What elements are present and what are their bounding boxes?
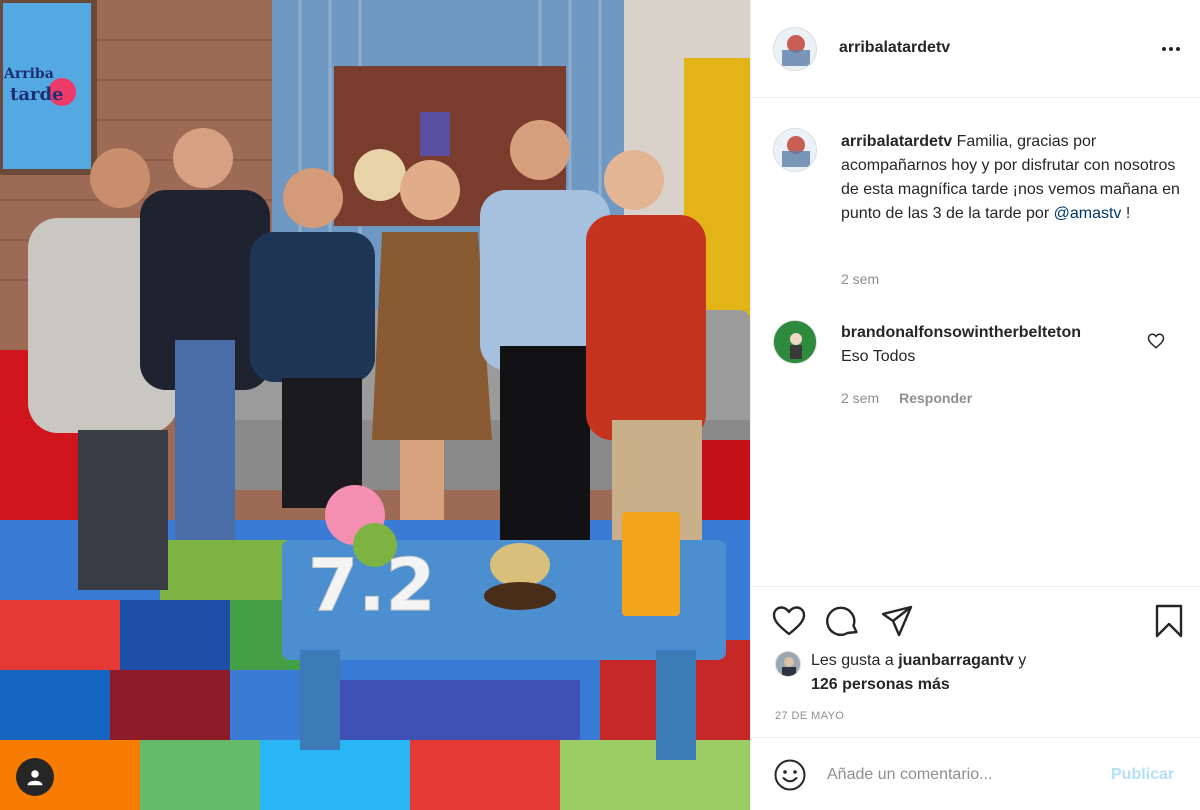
bookmark-icon[interactable] — [1151, 603, 1187, 639]
likes-connector: y — [1018, 652, 1027, 669]
liker-avatar[interactable] — [775, 651, 801, 677]
post-photo[interactable]: Arriba tarde 7.2 — [0, 0, 750, 810]
caption-username[interactable]: arribalatardetv — [841, 133, 952, 150]
user-tag-icon — [27, 770, 43, 786]
reply-button[interactable]: Responder — [899, 390, 972, 406]
author-username[interactable]: arribalatardetv — [839, 39, 950, 57]
post-actions: Les gusta a juanbarragantv y 126 persona… — [751, 586, 1200, 736]
caption-mention-link[interactable]: @amastv — [1054, 205, 1122, 222]
comments-list[interactable]: arribalatardetv Familia, gracias por aco… — [751, 98, 1200, 586]
post-photo-illustration: Arriba tarde 7.2 — [0, 0, 750, 810]
liker-username[interactable]: juanbarragantv — [898, 652, 1014, 669]
table-number-text: 7.2 — [308, 543, 436, 627]
more-horizontal-icon-dot — [1169, 47, 1173, 51]
publish-button[interactable]: Publicar — [1111, 766, 1174, 784]
show-logo-text: Arriba — [3, 66, 54, 82]
post-header: arribalatardetv — [751, 0, 1200, 98]
comment-input[interactable] — [827, 762, 1097, 788]
commenter-avatar[interactable] — [773, 320, 817, 364]
comment-meta: 2 sem Responder — [841, 390, 972, 406]
caption-suffix: ! — [1121, 205, 1131, 222]
caption-timestamp[interactable]: 2 sem — [841, 271, 879, 287]
add-comment-bar: Publicar — [751, 737, 1200, 810]
paper-plane-icon[interactable] — [879, 603, 915, 639]
author-avatar[interactable] — [773, 27, 817, 71]
more-horizontal-icon — [1162, 47, 1166, 51]
comment-username[interactable]: brandonalfonsowintherbelteton — [841, 324, 1081, 342]
post-side-panel: arribalatardetv arribalatardetv Familia,… — [750, 0, 1200, 810]
likes-prefix: Les gusta a — [811, 652, 894, 669]
likes-line: Les gusta a juanbarragantv y — [811, 652, 1026, 670]
user-tag-button[interactable] — [16, 758, 54, 796]
comment-text: Eso Todos — [841, 348, 916, 365]
caption-text: arribalatardetv Familia, gracias por aco… — [841, 130, 1186, 226]
post-date[interactable]: 27 DE MAYO — [775, 710, 844, 722]
caption-avatar[interactable] — [773, 128, 817, 172]
more-horizontal-icon-dot — [1176, 47, 1180, 51]
show-logo-text-2: tarde — [10, 84, 64, 105]
heart-icon[interactable] — [771, 603, 807, 639]
smiley-icon[interactable] — [773, 758, 807, 792]
comment-timestamp[interactable]: 2 sem — [841, 390, 879, 406]
likes-count-link[interactable]: 126 personas más — [811, 676, 950, 694]
comment-bubble-icon[interactable] — [825, 603, 861, 639]
more-options-button[interactable] — [1157, 38, 1185, 60]
comment-heart-icon[interactable] — [1147, 332, 1165, 350]
